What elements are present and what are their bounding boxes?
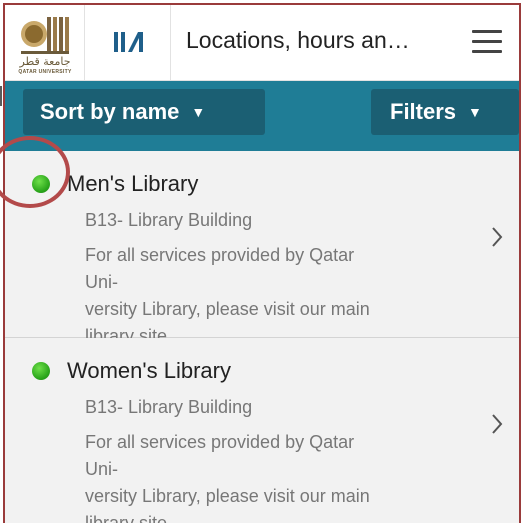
logo-english-text: QATAR UNIVERSITY — [18, 69, 72, 75]
location-description: For all services provided by Qatar Uni- … — [85, 429, 390, 523]
toolbar: Sort by name ▼ Filters ▼ — [5, 81, 519, 151]
caret-down-icon: ▼ — [191, 104, 206, 120]
library-button[interactable] — [85, 5, 171, 80]
location-building: B13- Library Building — [85, 210, 253, 230]
filters-label: Filters — [390, 99, 457, 124]
open-status-icon — [32, 362, 50, 380]
location-description: For all services provided by Qatar Uni- … — [85, 242, 390, 350]
location-name: Women's Library — [67, 358, 231, 383]
app-frame: جامعة قطر QATAR UNIVERSITY Locations, ho… — [3, 3, 521, 523]
menu-button[interactable] — [472, 30, 502, 54]
edge-marker — [0, 86, 2, 106]
qatar-university-logo-icon — [21, 17, 69, 54]
description-line: For all services provided by Qatar Uni- — [85, 432, 355, 479]
library-books-icon — [114, 32, 143, 52]
chevron-right-icon — [492, 227, 503, 247]
sort-label: Sort by name — [40, 99, 180, 124]
sort-button[interactable]: Sort by name ▼ — [23, 89, 265, 135]
logo-arabic-text: جامعة قطر — [19, 55, 71, 68]
location-row-womens-library[interactable]: Women's Library B13- Library Building Fo… — [5, 338, 519, 523]
location-building: B13- Library Building — [85, 397, 253, 417]
location-row-mens-library[interactable]: Men's Library B13- Library Building For … — [5, 151, 519, 346]
app-header: جامعة قطر QATAR UNIVERSITY Locations, ho… — [5, 5, 519, 81]
location-list: Men's Library B13- Library Building For … — [5, 151, 519, 523]
university-logo[interactable]: جامعة قطر QATAR UNIVERSITY — [5, 5, 85, 80]
description-line: versity Library, please visit our main — [85, 486, 370, 506]
filters-button[interactable]: Filters ▼ — [371, 89, 519, 135]
page-title: Locations, hours an… — [186, 27, 410, 53]
location-name: Men's Library — [67, 171, 199, 196]
chevron-right-icon — [492, 414, 503, 434]
description-line: versity Library, please visit our main — [85, 299, 370, 319]
caret-down-icon: ▼ — [468, 104, 482, 120]
description-line: For all services provided by Qatar Uni- — [85, 245, 355, 292]
